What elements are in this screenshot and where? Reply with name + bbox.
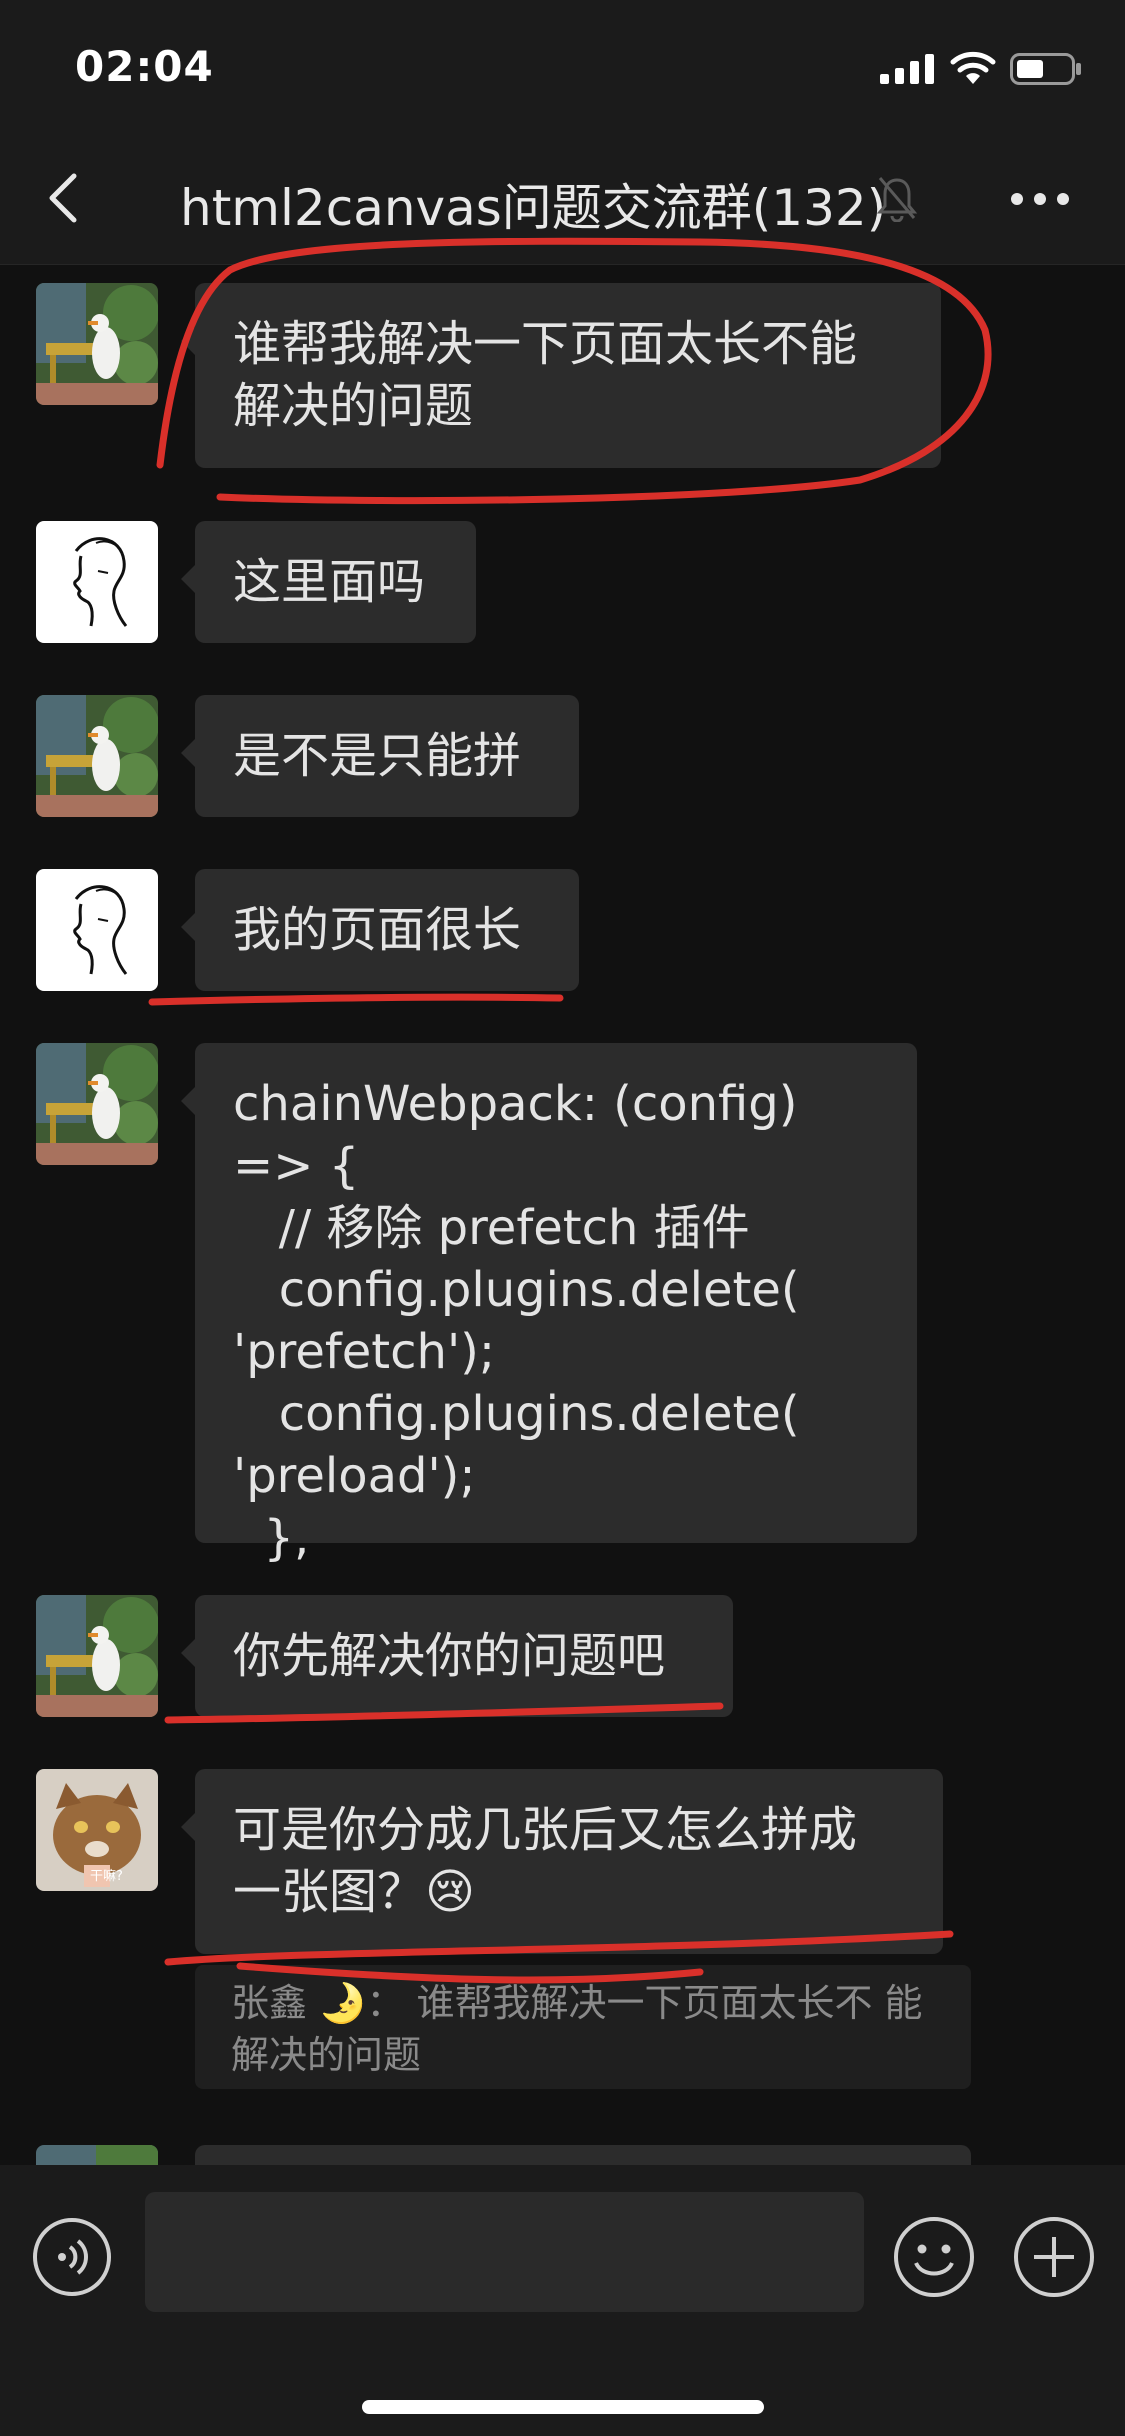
avatar-goose[interactable] [36, 283, 158, 405]
avatar-goose[interactable] [36, 695, 158, 817]
avatar-caption: 干嘛? [90, 1869, 123, 1884]
avatar-goose[interactable] [36, 1595, 158, 1717]
back-arrow-icon[interactable] [40, 168, 90, 228]
status-bar: 02:04 [0, 0, 1125, 132]
message-bubble-partial[interactable] [195, 2145, 971, 2165]
message-bubble[interactable]: 这里面吗 [181, 521, 476, 643]
home-indicator[interactable] [362, 2400, 764, 2414]
avatar-goose[interactable] [36, 2145, 158, 2165]
more-options-icon[interactable] [1010, 192, 1070, 206]
chat-title: html2canvas问题交流群(132) [180, 179, 887, 237]
message-bubble[interactable]: 可是你分成几张后又怎么拼成 一张图？😢 [181, 1769, 943, 1954]
battery-icon [1010, 53, 1081, 85]
message-bubble[interactable]: 我的页面很长 [181, 869, 579, 991]
nav-bar: html2canvas问题交流群(132) [0, 132, 1125, 265]
quoted-reply[interactable]: 张鑫 🌛： 谁帮我解决一下页面太长不 能解决的问题 [195, 1965, 971, 2089]
message-bubble[interactable]: chainWebpack: (config) => { // 移除 prefet… [181, 1043, 917, 1566]
avatar-sketch[interactable] [36, 521, 158, 643]
message-bubble[interactable]: 谁帮我解决一下页面太长不能 解决的问题 [181, 283, 941, 468]
message-bubble[interactable]: 是不是只能拼 [181, 695, 579, 817]
wifi-icon [950, 51, 996, 84]
message-list[interactable]: 谁帮我解决一下页面太长不能 解决的问题 这里面吗 是不是只能拼 我的页面很长 c… [0, 265, 1125, 2165]
avatar-sketch[interactable] [36, 869, 158, 991]
cellular-signal-icon [880, 54, 934, 84]
message-bubble[interactable]: 你先解决你的问题吧 [181, 1595, 733, 1717]
message-input[interactable] [145, 2192, 864, 2312]
emoji-icon[interactable] [892, 2215, 976, 2299]
avatar-goose[interactable] [36, 1043, 158, 1165]
avatar-cat[interactable]: 干嘛? [36, 1769, 158, 1891]
mute-bell-icon [876, 177, 918, 222]
voice-input-icon[interactable] [32, 2217, 112, 2297]
status-time: 02:04 [75, 42, 214, 91]
add-attachment-icon[interactable] [1012, 2215, 1096, 2299]
input-bar [0, 2165, 1125, 2436]
